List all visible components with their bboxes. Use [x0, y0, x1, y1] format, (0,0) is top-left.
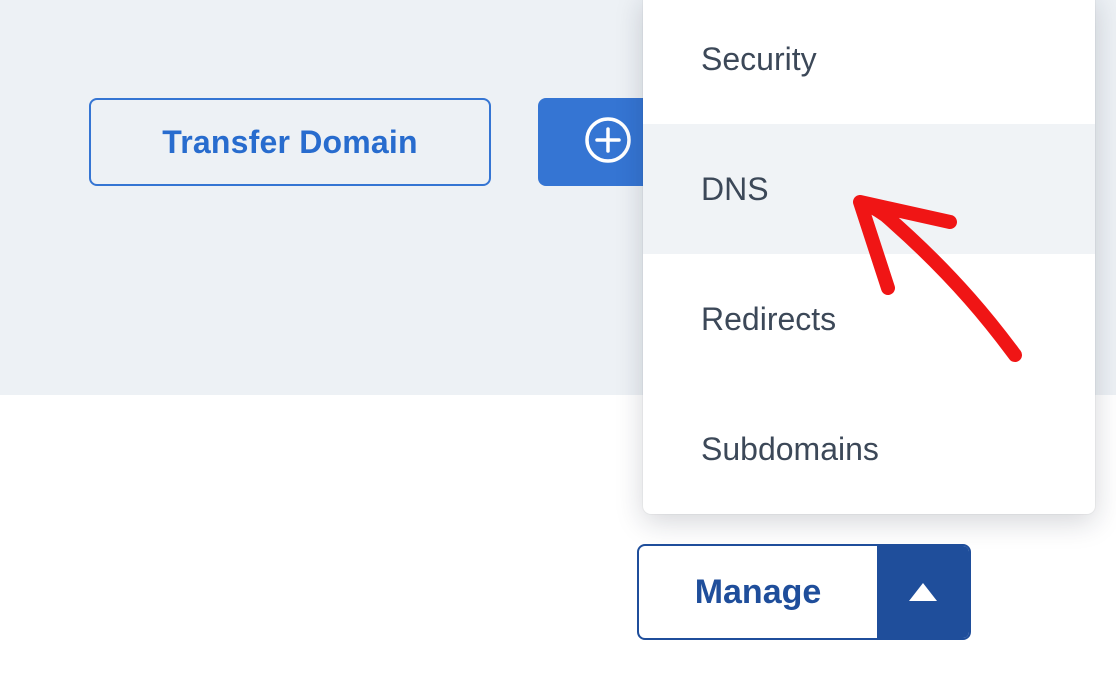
transfer-domain-button[interactable]: Transfer Domain	[89, 98, 491, 186]
caret-up-icon	[909, 583, 937, 601]
dropdown-item-dns[interactable]: DNS	[643, 124, 1095, 254]
dropdown-item-redirects[interactable]: Redirects	[643, 254, 1095, 384]
manage-button-label: Manage	[695, 573, 822, 612]
manage-button-label-wrapper: Manage	[639, 546, 877, 638]
dropdown-item-label: Security	[701, 41, 817, 78]
dropdown-item-label: Subdomains	[701, 431, 879, 468]
dropdown-item-label: Redirects	[701, 301, 836, 338]
dropdown-item-security[interactable]: Security	[643, 0, 1095, 124]
dropdown-item-label: DNS	[701, 171, 769, 208]
dropdown-item-subdomains[interactable]: Subdomains	[643, 384, 1095, 514]
plus-icon	[584, 116, 632, 169]
manage-button[interactable]: Manage	[637, 544, 971, 640]
transfer-domain-label: Transfer Domain	[162, 124, 418, 161]
manage-dropdown-toggle[interactable]	[877, 546, 969, 638]
dropdown-menu: Security DNS Redirects Subdomains	[643, 0, 1095, 514]
canvas: Transfer Domain Security DNS Redirects S…	[0, 0, 1116, 680]
